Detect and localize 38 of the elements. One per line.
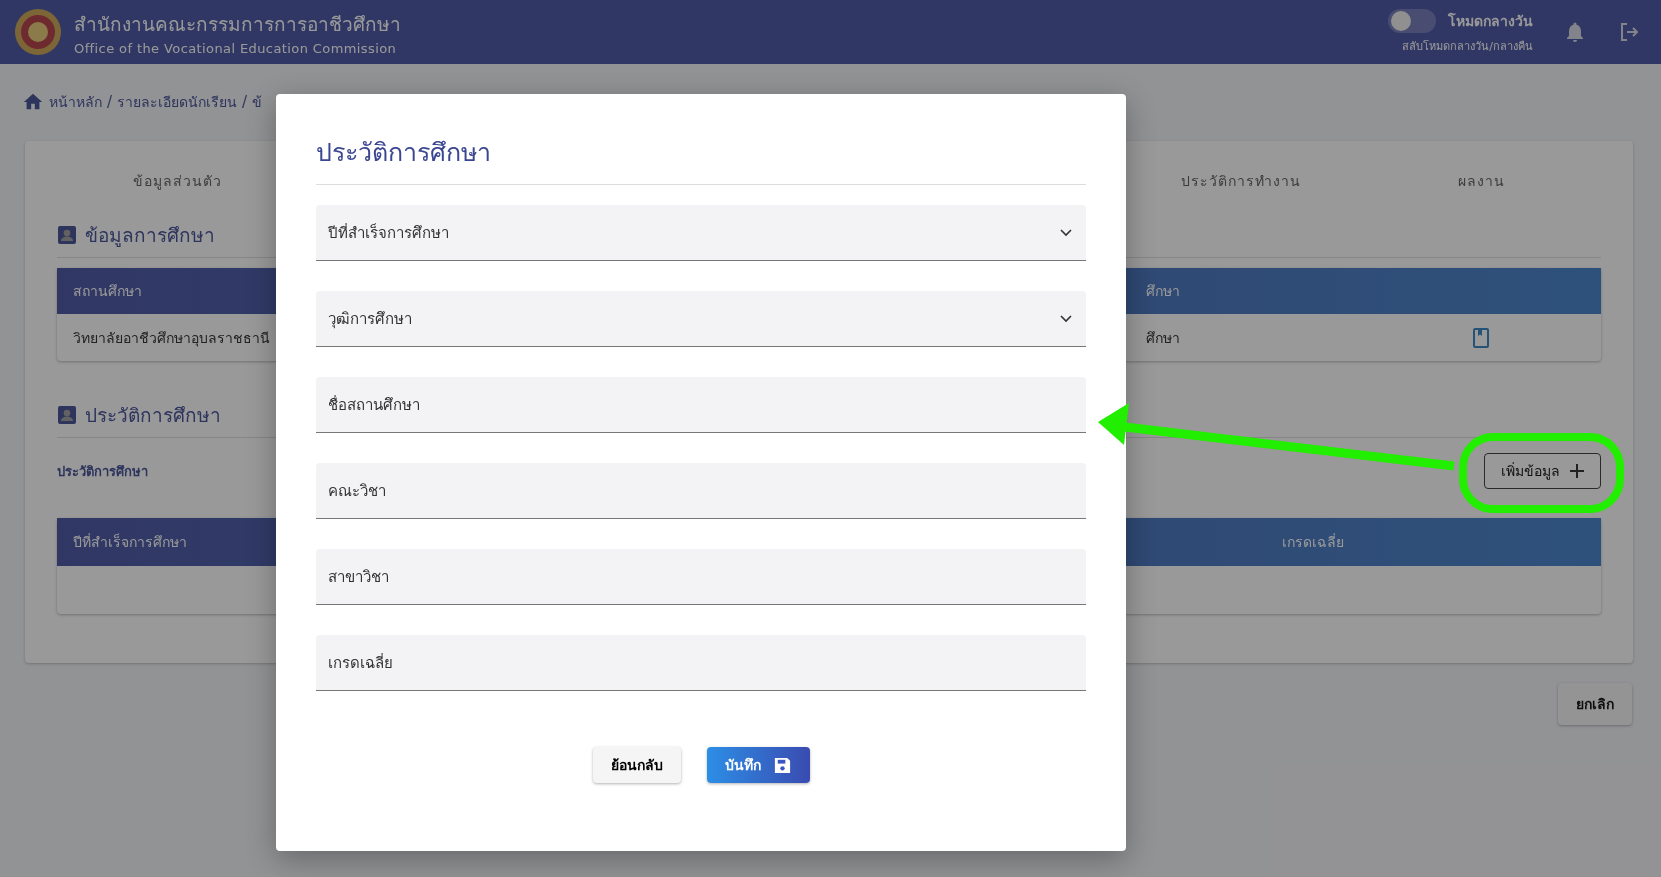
input-field[interactable]: คณะวิชา	[316, 463, 1086, 519]
organization-title: สำนักงานคณะกรรมการการอาชีวศึกษา	[74, 11, 401, 37]
column-header: เกรดเฉลี่ย	[1280, 532, 1345, 552]
back-button[interactable]: ย้อนกลับ	[592, 747, 681, 783]
emblem-icon	[14, 8, 62, 56]
breadcrumb-link[interactable]: หน้าหลัก	[49, 91, 102, 113]
chevron-down-icon	[1060, 314, 1072, 323]
select-field[interactable]: วุฒิการศึกษา	[316, 291, 1086, 347]
table-cell-text: วิทยาลัยอาชีวศึกษาอุบลราชธานี	[72, 328, 271, 349]
plus-icon	[1570, 464, 1584, 478]
mode-label: โหมดกลางวัน	[1448, 11, 1533, 31]
person-card-icon	[57, 405, 77, 425]
person-card-icon	[57, 225, 77, 245]
input-field[interactable]: เกรดเฉลี่ย	[316, 635, 1086, 691]
subsection-title: ประวัติการศึกษา	[57, 462, 148, 481]
bookmark-icon[interactable]	[1472, 327, 1489, 348]
column-header: ปีที่สำเร็จการศึกษา	[72, 532, 188, 552]
breadcrumb-link[interactable]: ข้	[252, 91, 263, 113]
breadcrumb-link[interactable]: รายละเอียดนักเรียน	[117, 91, 238, 113]
mode-caption: สลับโหมดกลางวัน/กลางคืน	[1402, 39, 1533, 55]
column-header: ศึกษา	[1145, 282, 1181, 301]
section-title: ข้อมูลการศึกษา	[85, 223, 215, 249]
input-field[interactable]: ชื่อสถานศึกษา	[316, 377, 1086, 433]
select-field[interactable]: ปีที่สำเร็จการศึกษา	[316, 205, 1086, 261]
table-cell-text: ศึกษา	[1145, 328, 1181, 348]
column-header: สถานศึกษา	[72, 282, 143, 301]
add-button[interactable]: เพิ่มข้อมูล	[1484, 453, 1601, 489]
organization-subtitle: Office of the Vocational Education Commission	[74, 40, 398, 56]
mode-toggle[interactable]	[1388, 9, 1436, 33]
chevron-down-icon	[1060, 228, 1072, 237]
dialog-title: ประวัติการศึกษา	[316, 132, 1086, 185]
tab[interactable]: ผลงาน	[1361, 170, 1601, 192]
save-button[interactable]: บันทึก	[706, 747, 810, 783]
breadcrumb-separator: /	[107, 93, 113, 111]
section-title: ประวัติการศึกษา	[85, 403, 221, 428]
cancel-button[interactable]: ยกเลิก	[1558, 683, 1632, 725]
input-field[interactable]: สาขาวิชา	[316, 549, 1086, 605]
breadcrumb-separator: /	[242, 93, 248, 111]
